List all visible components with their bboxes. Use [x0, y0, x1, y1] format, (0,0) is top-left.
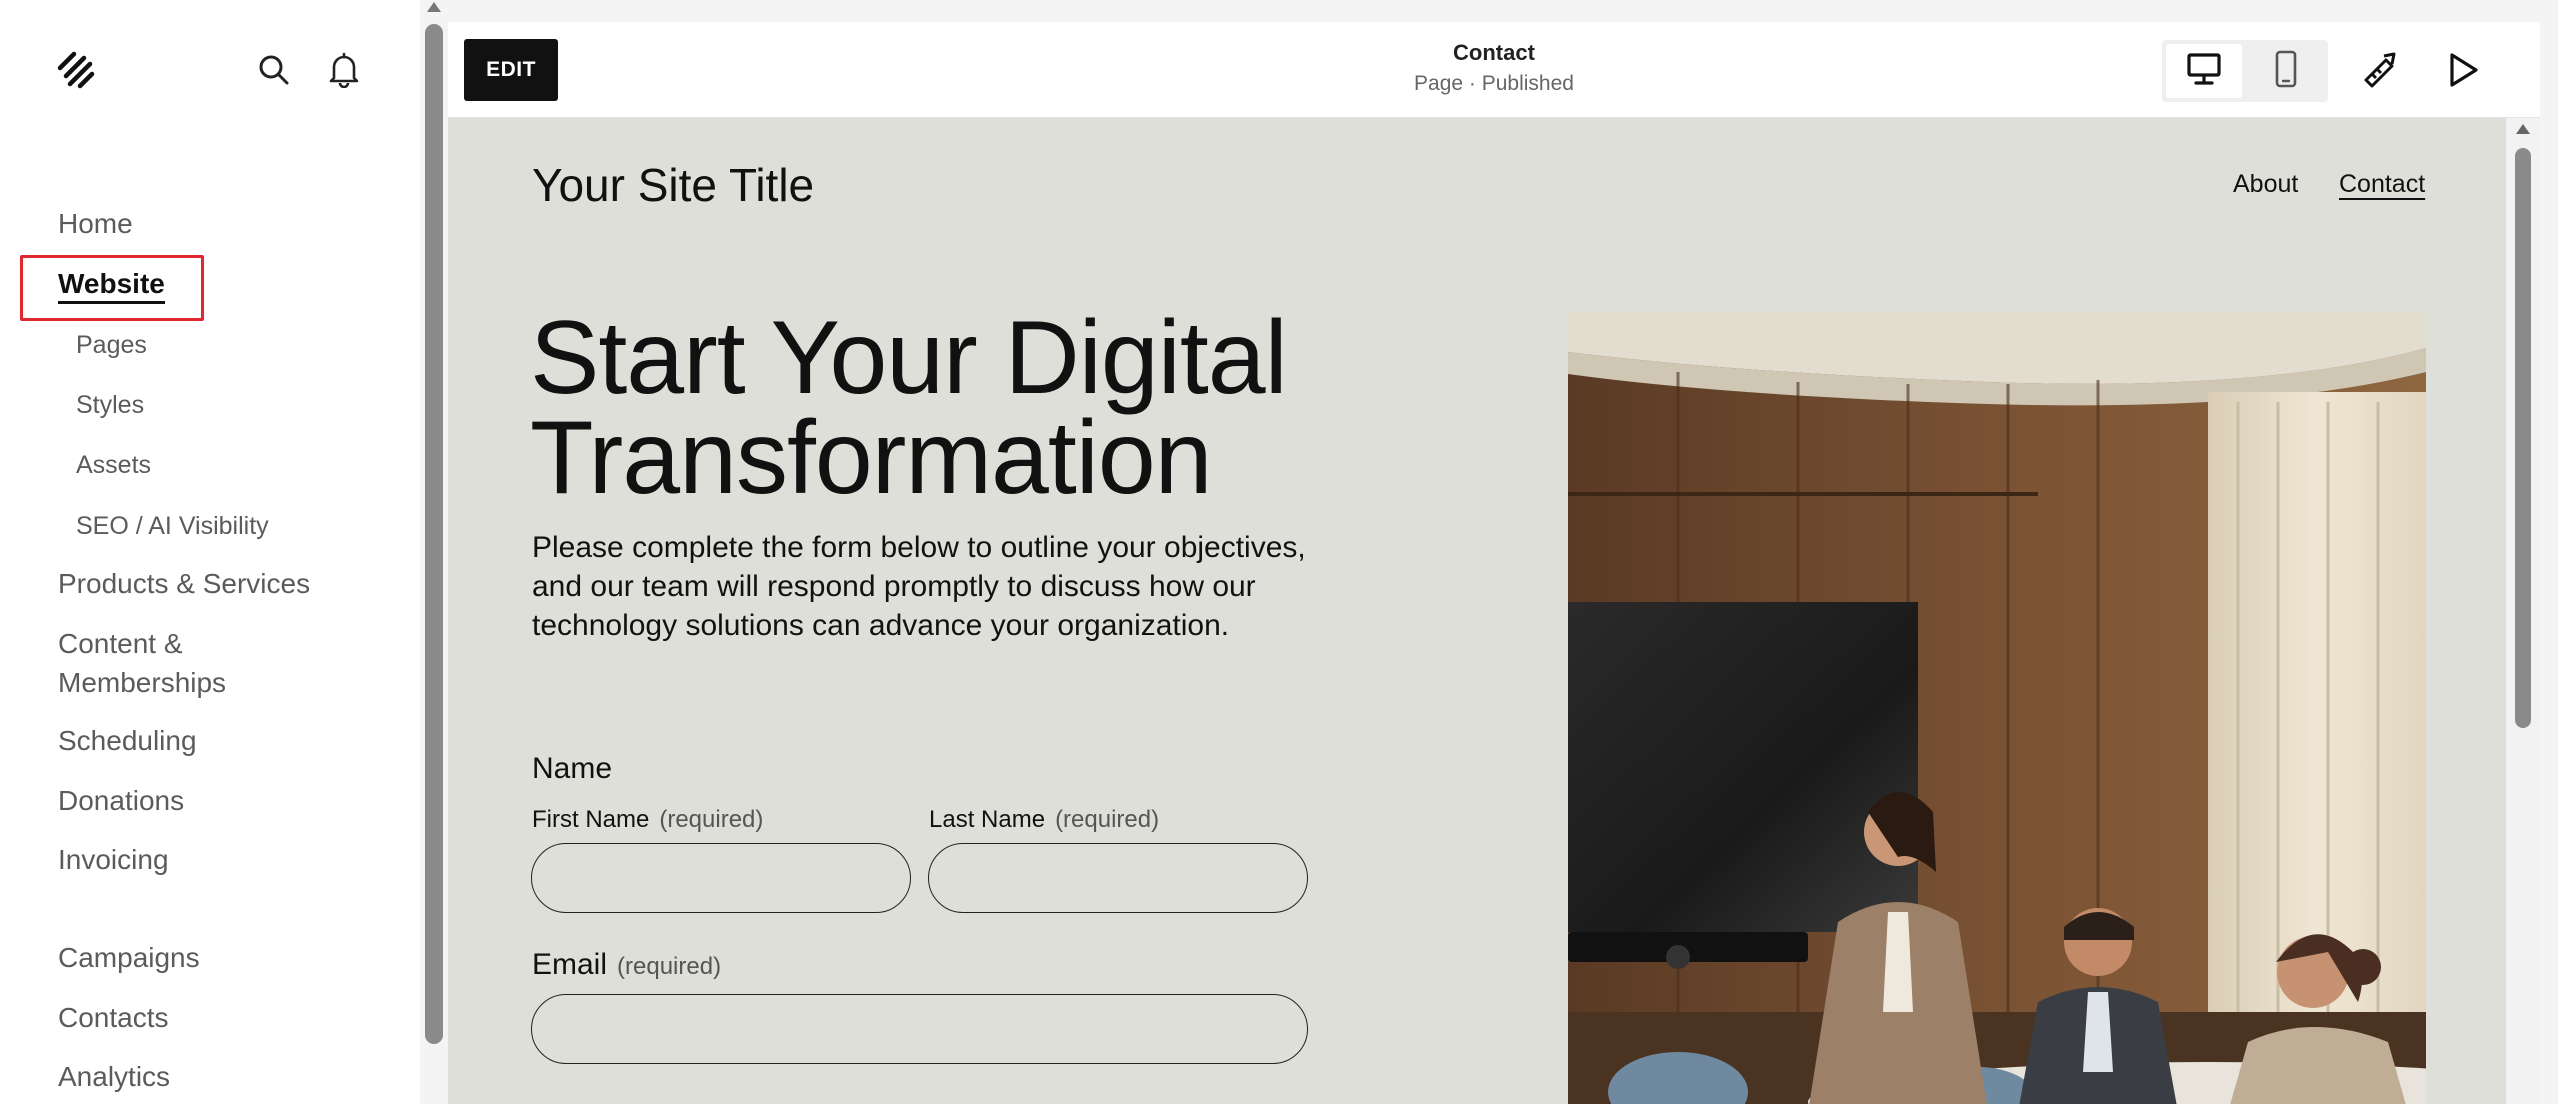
- sidebar-item-label: Campaigns: [58, 942, 200, 973]
- sidebar-item-label: Donations: [58, 785, 185, 816]
- site-preview-canvas[interactable]: Your Site Title About Contact Start Your…: [448, 118, 2506, 1104]
- squarespace-logo-icon[interactable]: [54, 48, 98, 92]
- email-input[interactable]: [531, 994, 1308, 1064]
- mobile-icon: [2274, 50, 2298, 93]
- desktop-view-button[interactable]: [2166, 44, 2242, 98]
- sidebar-item-label: Scheduling: [58, 725, 197, 756]
- editor-area: EDIT Contact Page · Published Your Site …: [448, 0, 2558, 1104]
- sidebar-scrollbar[interactable]: [420, 0, 448, 1104]
- sidebar-item-scheduling[interactable]: Scheduling: [58, 722, 197, 760]
- first-name-label-text: First Name: [532, 806, 650, 833]
- last-name-label-text: Last Name: [929, 806, 1046, 833]
- sidebar-item-label: Home: [58, 208, 133, 239]
- site-nav-about[interactable]: About: [2233, 170, 2298, 199]
- sidebar-item-website[interactable]: Website: [58, 265, 165, 304]
- required-hint: (required): [617, 953, 722, 980]
- desktop-icon: [2186, 52, 2222, 91]
- first-name-label: First Name (required): [532, 806, 763, 834]
- sidebar-item-label: Content &: [58, 628, 183, 659]
- required-hint: (required): [659, 806, 764, 833]
- sidebar-item-label: Website: [58, 268, 165, 304]
- scroll-up-arrow-icon[interactable]: [2516, 124, 2530, 134]
- sidebar-subitem-styles[interactable]: Styles: [76, 388, 144, 422]
- canvas-scrollbar[interactable]: [2506, 118, 2540, 1104]
- device-toggle: [2162, 40, 2328, 102]
- sidebar-item-home[interactable]: Home: [58, 205, 133, 243]
- sidebar-item-label: Styles: [76, 391, 145, 419]
- sidebar-item-label: Memberships: [58, 667, 227, 698]
- sidebar-item-label: Invoicing: [58, 844, 169, 875]
- scrollbar-thumb[interactable]: [2515, 148, 2531, 728]
- site-title[interactable]: Your Site Title: [532, 158, 814, 212]
- sidebar-item-donations[interactable]: Donations: [58, 782, 184, 820]
- first-name-input[interactable]: [531, 843, 911, 913]
- sidebar-item-invoicing[interactable]: Invoicing: [58, 841, 169, 879]
- sidebar-subitem-pages[interactable]: Pages: [76, 328, 147, 362]
- sidebar-item-label: Analytics: [58, 1061, 171, 1092]
- scrollbar-thumb[interactable]: [425, 24, 443, 1044]
- hero-heading-line: Start Your Digital: [530, 300, 1288, 416]
- sidebar-subitem-seo[interactable]: SEO / AI Visibility: [76, 509, 269, 543]
- mobile-view-button[interactable]: [2248, 44, 2324, 98]
- hero-image-meeting-room[interactable]: [1568, 312, 2426, 1104]
- site-nav-contact[interactable]: Contact: [2339, 170, 2425, 199]
- sidebar-item-content-memberships-line2[interactable]: Memberships: [58, 664, 226, 702]
- search-icon[interactable]: [254, 50, 294, 90]
- sidebar-item-products-services[interactable]: Products & Services: [58, 565, 310, 603]
- editor-toolbar: EDIT Contact Page · Published: [448, 22, 2540, 118]
- sidebar-item-label: Assets: [76, 451, 152, 479]
- hero-heading: Start Your Digital Transformation: [530, 300, 1430, 516]
- hero-body: Please complete the form below to outlin…: [532, 531, 1306, 642]
- sidebar-item-campaigns[interactable]: Campaigns: [58, 939, 200, 977]
- sidebar-item-label: SEO / AI Visibility: [76, 512, 269, 540]
- hero-heading-line: Transformation: [530, 400, 1213, 516]
- sidebar-item-content-memberships[interactable]: Content &: [58, 625, 183, 663]
- required-hint: (required): [1055, 806, 1160, 833]
- sidebar-item-label: Pages: [76, 331, 147, 359]
- design-tool-icon[interactable]: [2356, 46, 2404, 94]
- name-label: Name: [532, 752, 613, 785]
- bell-icon[interactable]: [324, 50, 364, 90]
- email-label: Email (required): [532, 948, 721, 982]
- last-name-label: Last Name (required): [929, 806, 1159, 834]
- email-label-text: Email: [532, 948, 608, 981]
- play-icon[interactable]: [2438, 46, 2486, 94]
- last-name-input[interactable]: [928, 843, 1308, 913]
- sidebar-subitem-assets[interactable]: Assets: [76, 448, 151, 482]
- right-gutter: [2540, 0, 2558, 1104]
- sidebar: Home Website Pages Styles Assets SEO / A…: [0, 0, 420, 1104]
- sidebar-item-analytics[interactable]: Analytics: [58, 1058, 170, 1096]
- sidebar-item-label: Contacts: [58, 1002, 169, 1033]
- scroll-up-arrow-icon[interactable]: [427, 2, 441, 12]
- sidebar-item-label: Products & Services: [58, 568, 311, 599]
- sidebar-item-contacts[interactable]: Contacts: [58, 999, 169, 1037]
